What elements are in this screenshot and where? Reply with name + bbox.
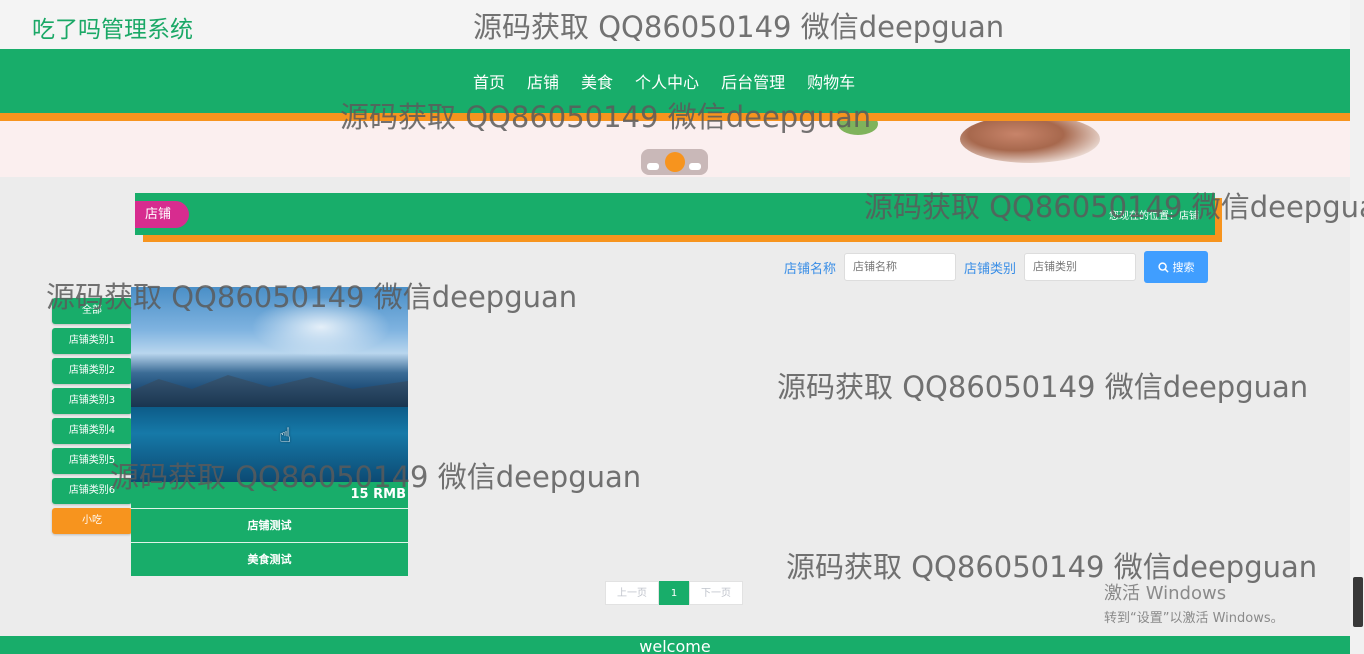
shop-name-link[interactable]: 店铺测试: [131, 508, 408, 542]
nav-item-cart[interactable]: 购物车: [807, 69, 855, 93]
top-bar: 吃了吗管理系统: [0, 0, 1350, 49]
section-tag: 店铺: [135, 201, 189, 228]
carousel-dot-active[interactable]: [665, 152, 685, 172]
search-button-label: 搜索: [1172, 262, 1195, 274]
watermark-text: 源码获取 QQ86050149 微信deepguan: [777, 370, 1309, 404]
section-header: 您现在的位置：店铺: [135, 193, 1215, 235]
nav-item-admin[interactable]: 后台管理: [721, 69, 785, 93]
breadcrumb: 您现在的位置：店铺: [1109, 211, 1199, 222]
next-page-button[interactable]: 下一页: [689, 581, 743, 605]
footer: welcome: [0, 636, 1350, 654]
search-icon: [1157, 261, 1169, 273]
shop-type-input[interactable]: [1024, 253, 1137, 281]
category-item-1[interactable]: 店铺类别1: [52, 328, 132, 354]
footer-text: welcome: [639, 637, 711, 654]
windows-activation-notice: 激活 Windows 转到“设置”以激活 Windows。: [1104, 579, 1284, 626]
windows-activation-title: 激活 Windows: [1104, 583, 1227, 604]
shop-image[interactable]: [131, 287, 408, 482]
page-number-button[interactable]: 1: [659, 581, 689, 605]
category-item-3[interactable]: 店铺类别3: [52, 388, 132, 414]
nav-item-shops[interactable]: 店铺: [527, 69, 559, 93]
category-item-snack[interactable]: 小吃: [52, 508, 132, 534]
food-name-link[interactable]: 美食测试: [131, 542, 408, 576]
category-item-4[interactable]: 店铺类别4: [52, 418, 132, 444]
shop-card: 15 RMB 店铺测试 美食测试: [131, 287, 408, 576]
shop-price: 15 RMB: [131, 482, 408, 508]
shop-name-input[interactable]: [844, 253, 957, 281]
app-logo[interactable]: 吃了吗管理系统: [32, 10, 193, 44]
category-item-2[interactable]: 店铺类别2: [52, 358, 132, 384]
category-item-5[interactable]: 店铺类别5: [52, 448, 132, 474]
prev-page-button[interactable]: 上一页: [605, 581, 659, 605]
search-bar: 店铺名称 店铺类别 搜索: [784, 251, 1209, 283]
nav-item-profile[interactable]: 个人中心: [635, 69, 699, 93]
image-cloud: [251, 297, 391, 357]
hand-cursor-icon: ☝: [279, 423, 292, 447]
carousel-indicators: [641, 149, 708, 175]
nav-accent-stripe: [0, 113, 1350, 121]
banner-carousel: [0, 121, 1350, 177]
category-item-all[interactable]: 全部: [52, 298, 132, 324]
category-list: 全部 店铺类别1 店铺类别2 店铺类别3 店铺类别4 店铺类别5 店铺类别6 小…: [52, 298, 132, 538]
nav-item-food[interactable]: 美食: [581, 69, 613, 93]
shop-type-label: 店铺类别: [964, 261, 1017, 277]
banner-food-image: [960, 121, 1100, 163]
category-item-6[interactable]: 店铺类别6: [52, 478, 132, 504]
scrollbar-thumb[interactable]: [1353, 577, 1363, 627]
pagination: 上一页 1 下一页: [605, 581, 743, 605]
windows-activation-hint: 转到“设置”以激活 Windows。: [1104, 611, 1284, 626]
main-nav: 首页 店铺 美食 个人中心 后台管理 购物车: [0, 49, 1350, 113]
shop-name-label: 店铺名称: [784, 261, 837, 277]
image-mountains: [131, 375, 408, 407]
nav-item-home[interactable]: 首页: [473, 69, 505, 93]
carousel-dot[interactable]: [689, 163, 701, 170]
search-button[interactable]: 搜索: [1144, 251, 1209, 283]
page-scrollbar[interactable]: [1350, 0, 1364, 654]
carousel-dot[interactable]: [647, 163, 659, 170]
banner-garnish-image: [838, 121, 878, 135]
